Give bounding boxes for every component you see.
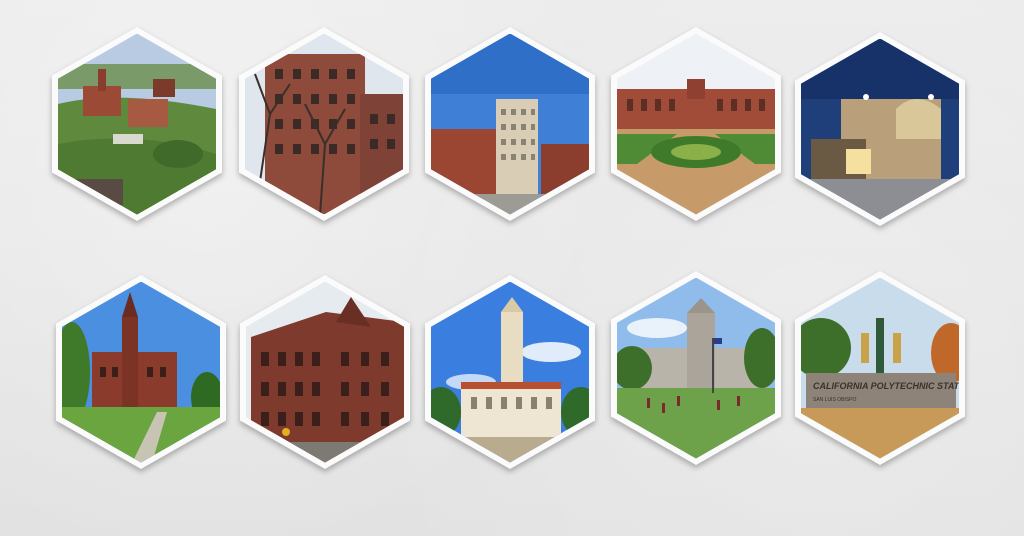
red-brick-victorian-hall-tile [240,275,410,469]
brick-tower-photo [245,33,403,215]
quad-with-students-tile [611,271,781,465]
gothic-clock-tower-lawn-tile [56,275,226,469]
sign-text-line2: SAN LUIS OBISPO [813,397,856,403]
gothic-tower-photo [62,281,220,463]
sign-text-line1: CALIFORNIA POLYTECHNIC STATE [813,381,959,391]
city-campus-high-rise-tile [425,27,595,221]
modern-building-at-dusk-tile [795,32,965,226]
courtyard-with-formal-garden-tile [611,27,781,221]
quad-photo [617,277,775,459]
campus-hillside-photo [58,33,216,215]
main-tower-blue-sky-tile [425,275,595,469]
high-rise-photo [431,33,589,215]
courtyard-photo [617,33,775,215]
stone-entrance-sign-tile: CALIFORNIA POLYTECHNIC STATE SAN LUIS OB… [795,271,965,465]
brick-tower-with-bare-trees-tile [239,27,409,221]
entrance-sign-photo: CALIFORNIA POLYTECHNIC STATE SAN LUIS OB… [801,277,959,459]
campus-hillside-aerial-tile [52,27,222,221]
victorian-hall-photo [246,281,404,463]
hexagon-collage: CALIFORNIA POLYTECHNIC STATE SAN LUIS OB… [0,0,1024,536]
main-tower-photo [431,281,589,463]
dusk-building-photo [801,38,959,220]
